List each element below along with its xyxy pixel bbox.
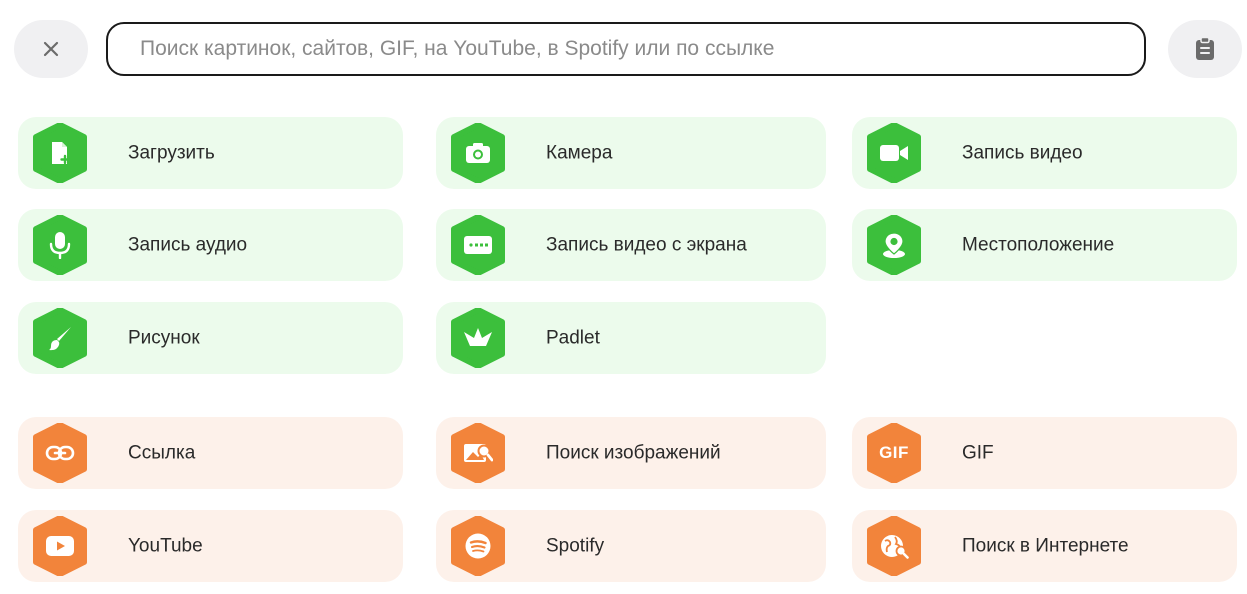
video-record-label: Запись видео (962, 142, 1083, 164)
close-button[interactable] (14, 20, 88, 78)
drawing-label: Рисунок (128, 327, 200, 349)
search-input[interactable] (140, 37, 1144, 61)
youtube-badge (30, 516, 90, 576)
gif-tile[interactable]: GIF GIF (852, 417, 1237, 489)
web-search-tile[interactable]: Поиск в Интернете (852, 510, 1237, 582)
video-record-badge (864, 123, 924, 183)
drawing-tile[interactable]: Рисунок (18, 302, 403, 374)
padlet-badge (448, 308, 508, 368)
upload-file-icon (52, 142, 70, 165)
video-record-tile[interactable]: Запись видео (852, 117, 1237, 189)
youtube-label: YouTube (128, 535, 203, 557)
drawing-badge (30, 308, 90, 368)
screen-record-badge (448, 215, 508, 275)
camera-label: Камера (546, 142, 613, 164)
audio-record-badge (30, 215, 90, 275)
upload-label: Загрузить (128, 142, 215, 164)
screen-record-icon (464, 236, 492, 254)
screen-record-tile[interactable]: Запись видео с экрана (436, 209, 826, 281)
brush-icon (49, 327, 71, 351)
upload-tile[interactable]: Загрузить (18, 117, 403, 189)
link-icon (45, 445, 75, 461)
image-search-tile[interactable]: Поиск изображений (436, 417, 826, 489)
gif-badge: GIF (864, 423, 924, 483)
padlet-tile[interactable]: Padlet (436, 302, 826, 374)
link-badge (30, 423, 90, 483)
video-camera-icon (880, 145, 908, 161)
image-search-label: Поиск изображений (546, 442, 721, 464)
paste-clipboard-button[interactable] (1168, 20, 1242, 78)
camera-tile[interactable]: Камера (436, 117, 826, 189)
image-search-icon (464, 444, 493, 462)
clipboard-icon (1196, 36, 1214, 60)
link-tile[interactable]: Ссылка (18, 417, 403, 489)
top-bar (0, 0, 1247, 100)
audio-record-tile[interactable]: Запись аудио (18, 209, 403, 281)
link-label: Ссылка (128, 442, 196, 464)
camera-icon (466, 143, 490, 163)
gif-icon: GIF (879, 443, 909, 462)
web-search-label: Поиск в Интернете (962, 535, 1129, 557)
spotify-label: Spotify (546, 535, 605, 557)
padlet-label: Padlet (546, 327, 600, 349)
padlet-icon (464, 328, 492, 346)
location-label: Местоположение (962, 234, 1115, 256)
location-tile[interactable]: Местоположение (852, 209, 1237, 281)
spotify-tile[interactable]: Spotify (436, 510, 826, 582)
web-search-badge (864, 516, 924, 576)
spotify-badge (448, 516, 508, 576)
location-pin-icon (883, 232, 905, 258)
youtube-icon (46, 536, 74, 556)
spotify-icon (465, 533, 491, 559)
camera-badge (448, 123, 508, 183)
globe-icon (881, 535, 909, 559)
upload-badge (30, 123, 90, 183)
gif-label: GIF (962, 442, 994, 464)
youtube-tile[interactable]: YouTube (18, 510, 403, 582)
screen-record-label: Запись видео с экрана (546, 234, 747, 256)
microphone-icon (49, 232, 71, 259)
audio-record-label: Запись аудио (128, 234, 248, 256)
search-field[interactable] (106, 22, 1146, 76)
close-icon (43, 41, 59, 57)
location-badge (864, 215, 924, 275)
image-search-badge (448, 423, 508, 483)
